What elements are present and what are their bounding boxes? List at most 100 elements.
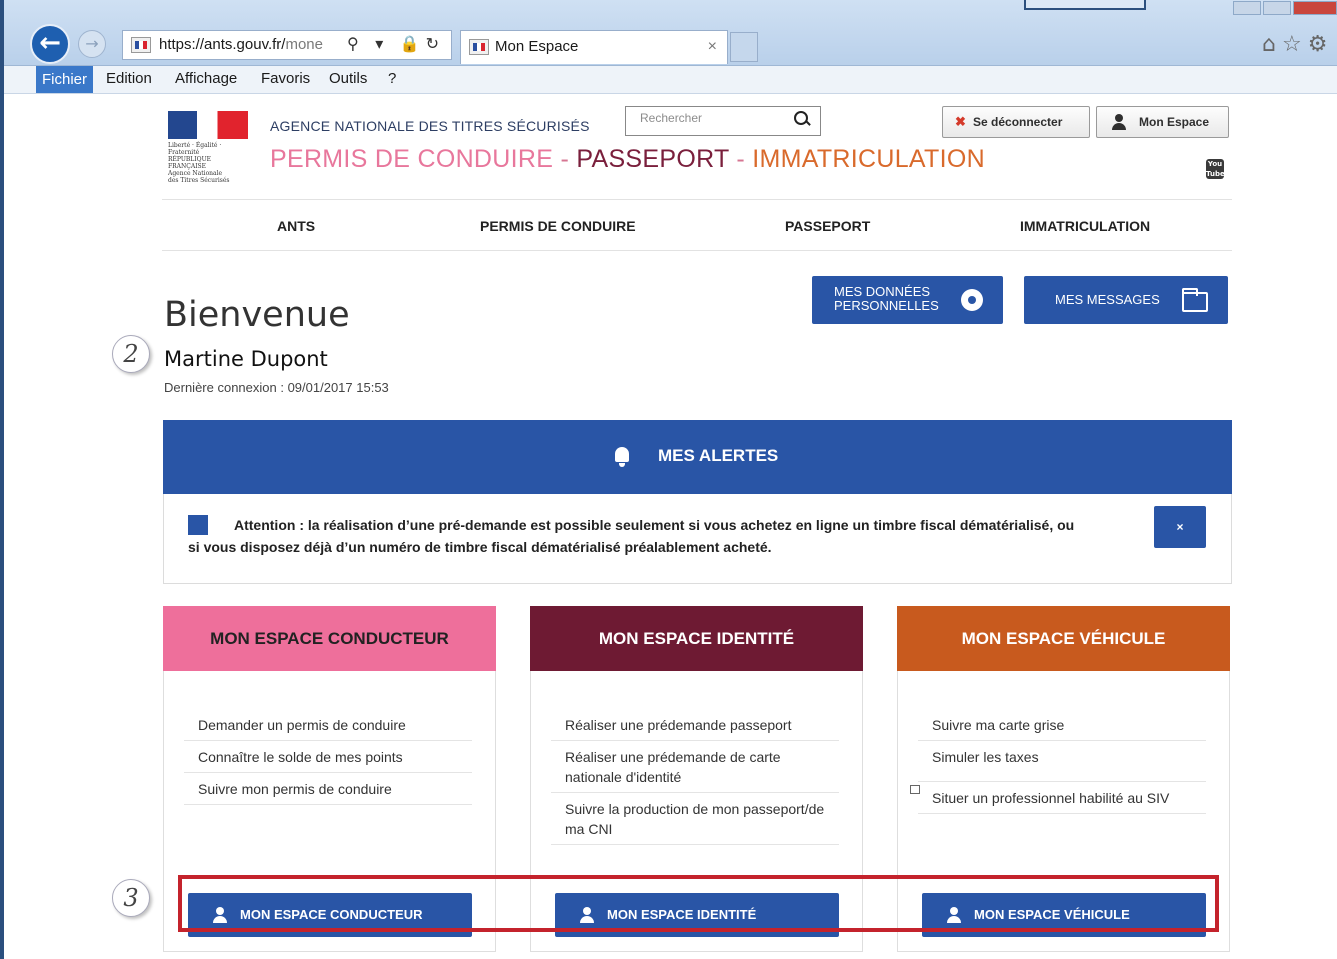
alert-close-button[interactable]: ×: [1154, 506, 1206, 548]
alerts-header: MES ALERTES: [163, 420, 1232, 494]
title-separator: -: [553, 145, 577, 173]
card-link[interactable]: Situer un professionnel habilité au SIV: [918, 781, 1206, 814]
card-link[interactable]: Suivre la production de mon passeport/de…: [551, 793, 839, 845]
menu-edition[interactable]: Edition: [106, 70, 152, 87]
alerts-panel: Attention : la réalisation d’une pré-dem…: [163, 494, 1232, 584]
title-separator: -: [729, 145, 753, 173]
logo-line: Agence Nationale: [168, 170, 223, 177]
menu-favoris[interactable]: Favoris: [261, 70, 310, 87]
logo-line: des Titres Sécurisés: [168, 177, 230, 184]
card-link[interactable]: Connaître le solde de mes points: [184, 741, 472, 773]
card-link[interactable]: Réaliser une prédemande de carte nationa…: [551, 741, 839, 793]
card-link[interactable]: Demander un permis de conduire: [184, 709, 472, 741]
mes-donnees-line2: PERSONNELLES: [834, 298, 939, 313]
search-placeholder: Rechercher: [640, 111, 703, 125]
new-tab-button[interactable]: [730, 32, 758, 62]
last-login-text: Dernière connexion : 09/01/2017 15:53: [164, 380, 389, 395]
window-close-button[interactable]: [1293, 1, 1337, 15]
browser-toolbar: ← → https://ants.gouv.fr/mone ⚲ ▾ 🔒↻ Mon…: [4, 0, 1337, 66]
republique-logo[interactable]: Liberté · Égalité · Fraternité RÉPUBLIQU…: [166, 109, 254, 184]
address-actions[interactable]: ⚲ ▾ 🔒↻: [347, 31, 445, 59]
url-main: https://ants.gouv.fr/: [159, 36, 286, 53]
tab-mon-espace[interactable]: Mon Espace ×: [460, 30, 728, 64]
flag-logo-icon: [168, 111, 248, 139]
bell-icon: [610, 445, 634, 469]
tab-close-icon[interactable]: ×: [708, 31, 717, 63]
card-link[interactable]: Suivre mon permis de conduire: [184, 773, 472, 805]
tab-favicon-icon: [469, 39, 489, 55]
callout-marker: 3: [112, 879, 150, 917]
gear-icon[interactable]: ⚙: [1308, 32, 1334, 57]
nav-item-immatriculation[interactable]: IMMATRICULATION: [1020, 218, 1150, 234]
window-controls: [1231, 0, 1337, 15]
highlight-frame: [178, 875, 1219, 932]
card-link[interactable]: Réaliser une prédemande passeport: [551, 709, 839, 741]
card-link[interactable]: Simuler les taxes: [918, 741, 1206, 781]
mes-donnees-button[interactable]: MES DONNÉES PERSONNELLES: [812, 276, 1003, 324]
menu-help[interactable]: ?: [388, 70, 396, 87]
card-link[interactable]: Suivre ma carte grise: [918, 709, 1206, 741]
main-nav: ANTS PERMIS DE CONDUIRE PASSEPORT IMMATR…: [162, 199, 1232, 251]
menu-affichage[interactable]: Affichage: [175, 70, 237, 87]
search-icon[interactable]: ⚲: [347, 36, 365, 53]
mon-espace-label: Mon Espace: [1139, 115, 1210, 129]
back-arrow-icon[interactable]: ←: [30, 24, 70, 64]
alerts-title: MES ALERTES: [658, 446, 779, 465]
page-title: Bienvenue: [164, 295, 350, 335]
site-title: PERMIS DE CONDUIRE - PASSEPORT - IMMATRI…: [270, 145, 985, 174]
user-name: Martine Dupont: [164, 347, 328, 371]
menu-outils[interactable]: Outils: [329, 70, 367, 87]
address-bar[interactable]: https://ants.gouv.fr/mone ⚲ ▾ 🔒↻: [122, 30, 452, 60]
logo-text: Liberté · Égalité · Fraternité RÉPUBLIQU…: [168, 142, 248, 184]
tab-title: Mon Espace: [495, 38, 579, 55]
search-input[interactable]: Rechercher: [625, 106, 821, 136]
nav-item-ants[interactable]: ANTS: [277, 218, 315, 234]
logo-line: Liberté · Égalité · Fraternité: [168, 142, 222, 156]
home-icon[interactable]: ⌂: [1262, 32, 1282, 57]
card-links: Demander un permis de conduire Connaître…: [184, 709, 472, 805]
folder-icon: [1182, 288, 1208, 312]
mes-donnees-label: MES DONNÉES PERSONNELLES: [834, 285, 939, 313]
card-title: MON ESPACE CONDUCTEUR: [163, 606, 496, 671]
logout-label: Se déconnecter: [973, 115, 1063, 129]
lock-icon[interactable]: 🔒: [400, 36, 426, 53]
user-icon: [1111, 114, 1127, 130]
youtube-icon[interactable]: You Tube: [1206, 159, 1225, 179]
title-permis: PERMIS DE CONDUIRE: [270, 145, 554, 173]
nav-item-passeport[interactable]: PASSEPORT: [785, 218, 870, 234]
page-content: Liberté · Égalité · Fraternité RÉPUBLIQU…: [8, 95, 1337, 959]
title-passeport: PASSEPORT: [576, 145, 730, 173]
card-links: Réaliser une prédemande passeport Réalis…: [551, 709, 839, 845]
mes-donnees-line1: MES DONNÉES: [834, 284, 931, 299]
title-immatriculation: IMMATRICULATION: [752, 145, 985, 173]
agency-title: AGENCE NATIONALE DES TITRES SÉCURISÉS: [270, 118, 590, 134]
menu-bar: Fichier Edition Affichage Favoris Outils…: [4, 66, 1337, 94]
mes-messages-label: MES MESSAGES: [1055, 292, 1160, 307]
star-icon[interactable]: ☆: [1282, 32, 1308, 57]
card-title: MON ESPACE VÉHICULE: [897, 606, 1230, 671]
mes-messages-button[interactable]: MES MESSAGES: [1024, 276, 1228, 324]
external-link-icon: [910, 785, 920, 794]
forward-arrow-icon[interactable]: →: [78, 30, 106, 58]
url-rest: mone: [285, 36, 323, 53]
refresh-icon[interactable]: ↻: [426, 36, 445, 53]
alert-message: Attention : la réalisation d’une pré-dem…: [188, 517, 1075, 555]
menu-fichier[interactable]: Fichier: [36, 66, 94, 93]
dropdown-icon[interactable]: ▾: [375, 36, 389, 53]
window-edge-decoration: [1024, 0, 1146, 10]
card-title: MON ESPACE IDENTITÉ: [530, 606, 863, 671]
browser-right-icons[interactable]: ⌂☆⚙: [1262, 32, 1333, 57]
callout-marker: 2: [112, 335, 150, 373]
logo-line: RÉPUBLIQUE FRANÇAISE: [168, 156, 212, 170]
maximize-button[interactable]: [1263, 1, 1291, 15]
browser-window: ← → https://ants.gouv.fr/mone ⚲ ▾ 🔒↻ Mon…: [0, 0, 1337, 959]
minimize-button[interactable]: [1233, 1, 1261, 15]
gear-icon: [960, 288, 984, 312]
close-icon: ✖: [955, 114, 966, 129]
search-icon[interactable]: [792, 109, 812, 131]
mon-espace-button[interactable]: Mon Espace: [1096, 106, 1229, 138]
card-links: Suivre ma carte grise Simuler les taxes …: [918, 709, 1206, 814]
logout-button[interactable]: ✖ Se déconnecter: [942, 106, 1090, 138]
nav-item-permis[interactable]: PERMIS DE CONDUIRE: [480, 218, 636, 234]
site-favicon-icon: [131, 37, 151, 53]
